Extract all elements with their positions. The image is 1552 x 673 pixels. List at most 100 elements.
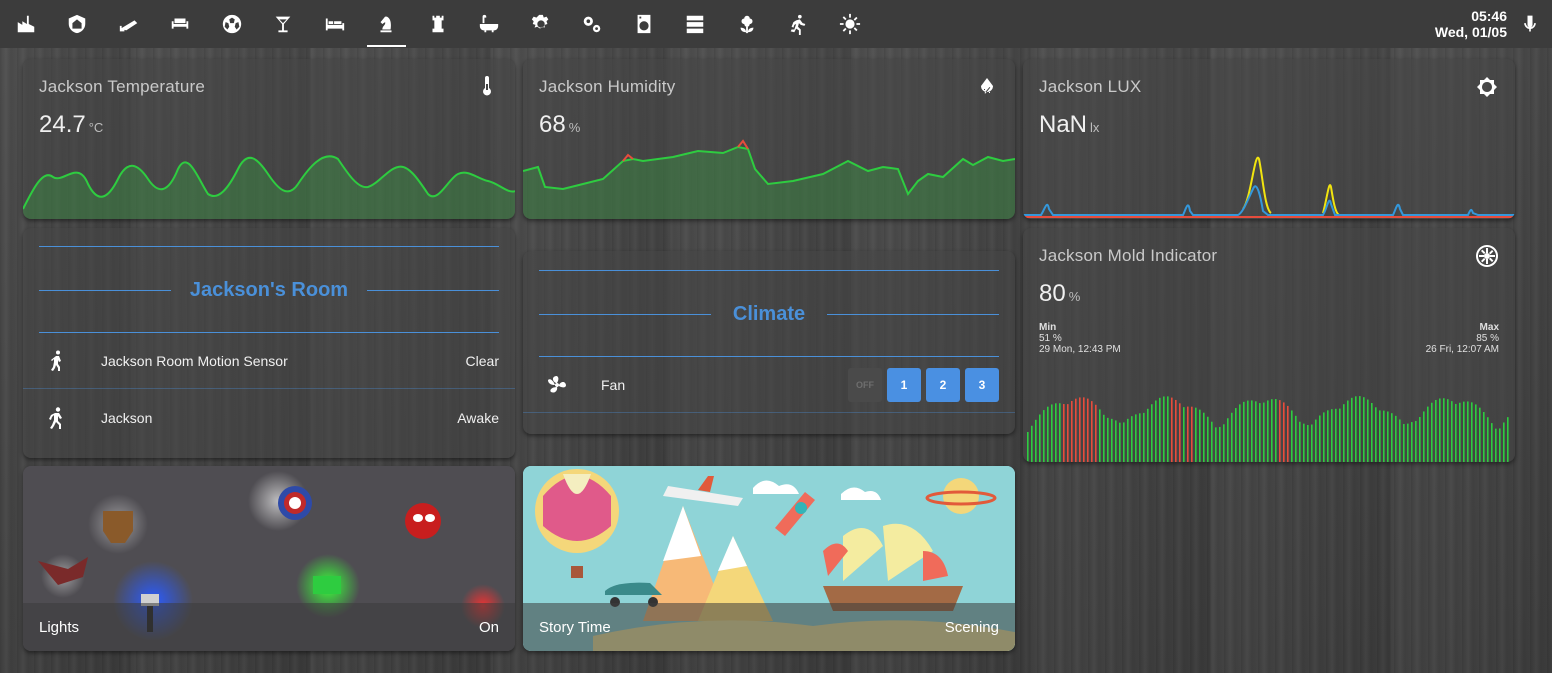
mold-history-bar bbox=[1431, 402, 1433, 462]
mold-history-bar bbox=[1187, 406, 1189, 462]
mold-history-bar bbox=[1467, 401, 1469, 462]
humidity-card[interactable]: Jackson Humidity 68% bbox=[523, 59, 1015, 219]
mold-history-bar bbox=[1043, 410, 1045, 462]
tab-activity[interactable] bbox=[773, 0, 825, 48]
mold-history-bar bbox=[1211, 421, 1213, 462]
mold-history-bar bbox=[1215, 427, 1217, 462]
lux-title: Jackson LUX bbox=[1039, 77, 1142, 96]
mold-history-bar bbox=[1439, 398, 1441, 462]
microphone-icon bbox=[1524, 15, 1536, 32]
mold-history-bar bbox=[1507, 417, 1509, 462]
mold-max-label: Max bbox=[1479, 322, 1499, 333]
brightness-icon bbox=[1475, 75, 1499, 99]
tab-rook[interactable] bbox=[412, 0, 464, 48]
mold-history-bar bbox=[1059, 403, 1061, 462]
mold-number: 80 bbox=[1039, 280, 1066, 307]
entity-row-jackson[interactable]: Jackson Awake bbox=[23, 390, 515, 446]
mold-history-bar bbox=[1099, 409, 1101, 462]
mold-history-bar bbox=[1283, 402, 1285, 462]
mold-history-bar bbox=[1243, 401, 1245, 462]
mold-history-bar bbox=[1107, 417, 1109, 462]
jackson-person-state: Awake bbox=[457, 410, 499, 426]
mold-history-bar bbox=[1087, 398, 1089, 462]
tab-jackson[interactable] bbox=[361, 0, 413, 48]
mold-min-label: Min bbox=[1039, 322, 1057, 333]
mold-history-bar bbox=[1027, 432, 1029, 462]
fan-row: Fan OFF 1 2 3 bbox=[523, 357, 1015, 413]
tab-bar[interactable] bbox=[258, 0, 310, 48]
entity-row-motion-sensor[interactable]: Jackson Room Motion Sensor Clear bbox=[23, 333, 515, 389]
fan-speed-3-button[interactable]: 3 bbox=[965, 368, 999, 402]
mold-history-bar bbox=[1371, 402, 1373, 462]
mold-history-bar bbox=[1183, 407, 1185, 462]
mold-history-bar bbox=[1279, 400, 1281, 462]
bed-icon bbox=[325, 18, 344, 31]
mold-history-bar bbox=[1223, 424, 1225, 462]
tab-settings[interactable] bbox=[515, 0, 567, 48]
mold-history-bar bbox=[1051, 404, 1053, 462]
tab-bathroom[interactable] bbox=[464, 0, 516, 48]
mold-history-bar bbox=[1159, 397, 1161, 462]
mold-history-bar bbox=[1459, 402, 1461, 462]
mold-history-bar bbox=[1191, 406, 1193, 462]
mold-history-bar bbox=[1031, 425, 1033, 462]
mold-history-bar bbox=[1299, 421, 1301, 462]
temperature-number: 24.7 bbox=[39, 111, 86, 138]
fan-icon bbox=[545, 373, 569, 397]
tab-home-security[interactable] bbox=[52, 0, 104, 48]
mold-min-time: 29 Mon, 12:43 PM bbox=[1039, 344, 1121, 355]
mold-history-bar bbox=[1143, 412, 1145, 462]
voice-command-button[interactable] bbox=[1520, 13, 1540, 35]
mold-history-bar bbox=[1151, 404, 1153, 462]
mold-history-bar bbox=[1451, 401, 1453, 462]
fan-speed-1-button[interactable]: 1 bbox=[887, 368, 921, 402]
story-time-picture-card[interactable]: Story Time Scening bbox=[523, 466, 1015, 651]
tab-cctv[interactable] bbox=[103, 0, 155, 48]
mold-history-bar bbox=[1275, 399, 1277, 462]
fan-off-button[interactable]: OFF bbox=[848, 368, 882, 402]
tab-factory[interactable] bbox=[0, 0, 52, 48]
temperature-title: Jackson Temperature bbox=[39, 77, 206, 96]
humidity-value: 68% bbox=[539, 111, 580, 139]
mold-history-bar bbox=[1035, 419, 1037, 462]
fan-row-divider bbox=[523, 412, 1015, 413]
mold-indicator-card[interactable]: Jackson Mold Indicator 80% Min 51 % 29 M… bbox=[1023, 228, 1515, 462]
mold-history-bar bbox=[1335, 408, 1337, 462]
mold-history-bar bbox=[1387, 411, 1389, 462]
mold-history-bar bbox=[1039, 414, 1041, 462]
mold-history-bar bbox=[1391, 413, 1393, 462]
lights-picture-card[interactable]: Lights On bbox=[23, 466, 515, 651]
mold-max-value: 85 % bbox=[1476, 333, 1499, 344]
mold-history-bar bbox=[1395, 415, 1397, 462]
mold-history-bar bbox=[1463, 401, 1465, 462]
mold-history-bar bbox=[1171, 397, 1173, 462]
mold-history-bar bbox=[1427, 406, 1429, 462]
mold-history-bars bbox=[1027, 396, 1509, 462]
fan-speed-2-button[interactable]: 2 bbox=[926, 368, 960, 402]
tab-laundry[interactable] bbox=[618, 0, 670, 48]
mold-history-bar bbox=[1407, 423, 1409, 462]
mold-history-bar bbox=[1331, 409, 1333, 462]
mold-history-bar bbox=[1499, 428, 1501, 462]
mold-history-bar bbox=[1291, 410, 1293, 462]
mold-history-bar bbox=[1315, 419, 1317, 462]
tab-garden[interactable] bbox=[721, 0, 773, 48]
row-divider bbox=[23, 388, 515, 389]
tab-server[interactable] bbox=[670, 0, 722, 48]
mold-history-bar bbox=[1067, 404, 1069, 462]
mold-history-bar bbox=[1423, 411, 1425, 462]
tab-sports[interactable] bbox=[206, 0, 258, 48]
tab-living-room[interactable] bbox=[155, 0, 207, 48]
mold-history-bar bbox=[1047, 406, 1049, 462]
tab-bedroom[interactable] bbox=[309, 0, 361, 48]
tab-weather[interactable] bbox=[824, 0, 876, 48]
tab-automations[interactable] bbox=[567, 0, 619, 48]
temperature-card[interactable]: Jackson Temperature 24.7 °C bbox=[23, 59, 515, 219]
mold-history-bar bbox=[1139, 413, 1141, 462]
chess-rook-icon bbox=[432, 15, 444, 33]
lights-name: Lights bbox=[39, 618, 80, 636]
mold-history-bar bbox=[1227, 418, 1229, 462]
humidity-unit: % bbox=[568, 120, 581, 135]
washing-machine-icon bbox=[637, 14, 651, 34]
lux-card[interactable]: Jackson LUX NaN lx bbox=[1023, 59, 1515, 219]
